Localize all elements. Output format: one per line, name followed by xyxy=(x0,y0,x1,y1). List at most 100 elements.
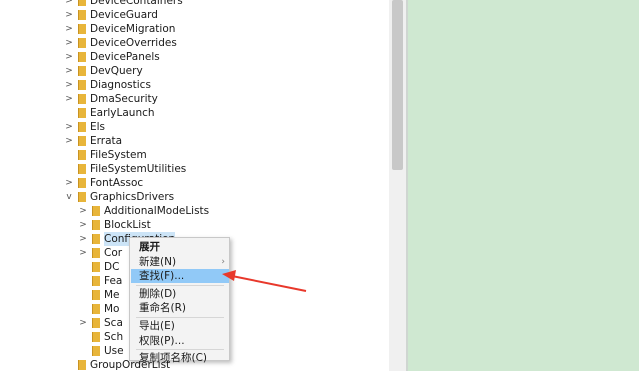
tree-item-label: Sca xyxy=(104,317,123,329)
tree-item[interactable]: > DeviceGuard xyxy=(0,8,389,22)
tree-item[interactable]: > FontAssoc xyxy=(0,176,389,190)
tree-item-label: FileSystemUtilities xyxy=(90,163,187,175)
folder-icon xyxy=(92,332,100,342)
tree-item[interactable]: > Diagnostics xyxy=(0,78,389,92)
folder-icon xyxy=(92,304,100,314)
context-menu: 展开新建(N) › 查找(F)... 删除(D) 重命名(R) 导出(E) 权限(P)...… xyxy=(129,237,230,364)
folder-icon xyxy=(78,52,86,62)
tree-item[interactable]: > DeviceOverrides xyxy=(0,36,389,50)
menu-item-label: 删除(D) xyxy=(139,287,177,300)
tree-item[interactable]: > Els xyxy=(0,120,389,134)
folder-icon xyxy=(78,136,86,146)
folder-icon xyxy=(78,192,86,202)
tree-item-label: Use xyxy=(104,345,124,357)
tree-item-label: DevQuery xyxy=(90,65,143,77)
chevron-right-icon[interactable]: > xyxy=(64,8,74,22)
chevron-right-icon[interactable]: > xyxy=(64,120,74,134)
chevron-right-icon[interactable]: > xyxy=(64,92,74,106)
folder-icon xyxy=(92,248,100,258)
chevron-right-icon[interactable]: > xyxy=(64,36,74,50)
tree-item-label: DeviceOverrides xyxy=(90,37,177,49)
folder-icon xyxy=(78,178,86,188)
tree-vertical-scrollbar[interactable] xyxy=(389,0,406,371)
folder-icon xyxy=(92,276,100,286)
chevron-right-icon[interactable]: > xyxy=(64,22,74,36)
tree-item-label: Sch xyxy=(104,331,124,343)
menu-separator xyxy=(136,284,224,286)
chevron-right-icon[interactable]: > xyxy=(78,218,88,232)
chevron-right-icon[interactable]: > xyxy=(64,78,74,92)
context-menu-item[interactable]: 查找(F)... xyxy=(131,269,229,284)
tree-item[interactable]: > DeviceContainers xyxy=(0,0,389,8)
folder-icon xyxy=(78,94,86,104)
folder-icon xyxy=(92,262,100,272)
tree-item-label: Me xyxy=(104,289,120,301)
menu-separator xyxy=(136,317,224,318)
folder-icon xyxy=(78,360,86,370)
chevron-right-icon[interactable]: > xyxy=(78,232,88,246)
folder-icon xyxy=(92,346,100,356)
chevron-right-icon[interactable]: > xyxy=(64,50,74,64)
menu-item-label: 新建(N) xyxy=(139,255,177,268)
tree-item[interactable]: FileSystemUtilities xyxy=(0,162,389,176)
tree-item-label: DC xyxy=(104,261,120,273)
menu-item-label: 重命名(R) xyxy=(139,302,186,315)
tree-item[interactable]: > Errata xyxy=(0,134,389,148)
tree-item[interactable]: > DeviceMigration xyxy=(0,22,389,36)
folder-icon xyxy=(78,38,86,48)
context-menu-item[interactable]: 复制项名称(C) xyxy=(131,351,229,365)
folder-icon xyxy=(78,24,86,34)
context-menu-item[interactable]: 删除(D) xyxy=(131,287,229,301)
tree-item-label: AdditionalModeLists xyxy=(104,205,210,217)
tree-item[interactable]: > DevQuery xyxy=(0,64,389,78)
folder-icon xyxy=(78,10,86,20)
folder-icon xyxy=(78,108,86,118)
tree-item-label: DeviceGuard xyxy=(90,9,158,21)
tree-item-label: DeviceMigration xyxy=(90,23,176,35)
tree-item[interactable]: EarlyLaunch xyxy=(0,106,389,120)
context-menu-item[interactable]: 重命名(R) xyxy=(131,301,229,315)
scrollbar-thumb[interactable] xyxy=(392,0,403,170)
folder-icon xyxy=(92,290,100,300)
values-pane[interactable] xyxy=(408,0,639,371)
menu-item-label: 展开 xyxy=(139,241,160,253)
menu-item-label: 权限(P)... xyxy=(139,334,185,347)
context-menu-item[interactable]: 展开 xyxy=(131,240,229,254)
tree-item[interactable]: FileSystem xyxy=(0,148,389,162)
chevron-right-icon[interactable]: > xyxy=(78,246,88,260)
tree-item-label: Errata xyxy=(90,135,123,147)
menu-item-label: 查找(F)... xyxy=(139,270,185,283)
menu-item-label: 复制项名称(C) xyxy=(139,352,208,365)
folder-icon xyxy=(92,318,100,328)
tree-item-label: DevicePanels xyxy=(90,51,160,63)
tree-item-label: Cor xyxy=(104,247,123,259)
menu-separator xyxy=(136,349,224,351)
context-menu-item[interactable]: 权限(P)... xyxy=(131,334,229,348)
chevron-right-icon[interactable]: > xyxy=(64,176,74,190)
folder-icon xyxy=(78,80,86,90)
folder-icon xyxy=(78,122,86,132)
chevron-right-icon[interactable]: > xyxy=(78,204,88,218)
tree-item[interactable]: > BlockList xyxy=(0,218,389,232)
submenu-arrow-icon: › xyxy=(221,256,225,267)
tree-item-label: EarlyLaunch xyxy=(90,107,155,119)
tree-item-label: FontAssoc xyxy=(90,177,144,189)
context-menu-item[interactable]: 新建(N) › xyxy=(131,255,229,269)
tree-item-label: Fea xyxy=(104,275,123,287)
chevron-right-icon[interactable]: > xyxy=(64,134,74,148)
context-menu-item[interactable]: 导出(E) xyxy=(131,319,229,333)
chevron-right-icon[interactable]: > xyxy=(64,64,74,78)
tree-item[interactable]: > DmaSecurity xyxy=(0,92,389,106)
folder-icon xyxy=(78,66,86,76)
menu-item-label: 导出(E) xyxy=(139,320,175,332)
tree-item-label: GraphicsDrivers xyxy=(90,191,175,203)
tree-item[interactable]: > DevicePanels xyxy=(0,50,389,64)
folder-icon xyxy=(78,164,86,174)
tree-item[interactable]: v GraphicsDrivers xyxy=(0,190,389,204)
tree-item[interactable]: > AdditionalModeLists xyxy=(0,204,389,218)
tree-item-label: Mo xyxy=(104,303,120,315)
chevron-down-icon[interactable]: v xyxy=(64,190,74,204)
chevron-right-icon[interactable]: > xyxy=(78,316,88,330)
chevron-right-icon[interactable]: > xyxy=(64,0,74,8)
folder-icon xyxy=(78,150,86,160)
